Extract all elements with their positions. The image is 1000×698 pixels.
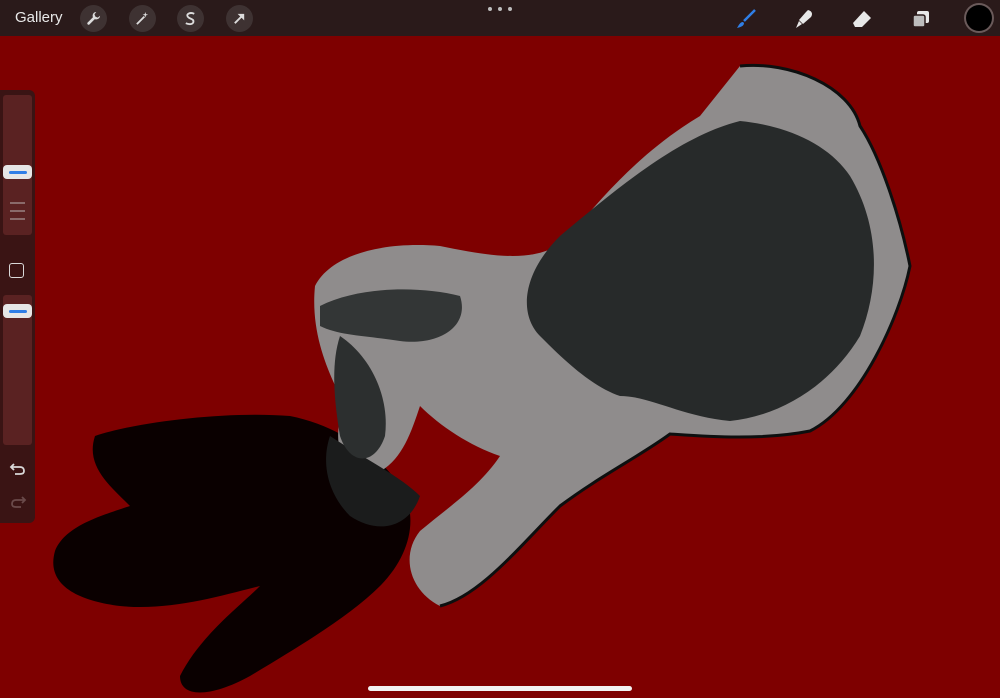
left-sidebar: [0, 90, 35, 523]
top-toolbar: Gallery: [0, 0, 1000, 36]
brush-tool-button[interactable]: [733, 6, 759, 32]
eraser-icon: [853, 11, 871, 27]
sidebar-grip[interactable]: [10, 202, 25, 226]
modify-button[interactable]: [9, 263, 24, 278]
color-picker-button[interactable]: [966, 5, 992, 31]
wrench-icon: [87, 11, 101, 25]
transform-button[interactable]: [226, 5, 253, 32]
home-indicator[interactable]: [368, 686, 632, 691]
eraser-tool-button[interactable]: [849, 6, 875, 32]
layers-button[interactable]: [908, 6, 934, 32]
magic-wand-icon: [136, 11, 149, 25]
selection-s-icon: [185, 12, 195, 26]
brush-icon: [737, 9, 756, 28]
layers-icon: [912, 11, 929, 28]
opacity-handle[interactable]: [3, 304, 32, 318]
selection-button[interactable]: [177, 5, 204, 32]
brush-size-handle[interactable]: [3, 165, 32, 179]
redo-icon[interactable]: [9, 493, 27, 511]
adjustments-button[interactable]: [129, 5, 156, 32]
transform-arrow-icon: [234, 13, 245, 24]
drawing-canvas[interactable]: [0, 36, 1000, 698]
smudge-tool-button[interactable]: [791, 6, 817, 32]
actions-button[interactable]: [80, 5, 107, 32]
smudge-icon: [796, 10, 812, 28]
gallery-button[interactable]: Gallery: [15, 9, 63, 26]
more-options-dots[interactable]: [488, 4, 512, 14]
undo-icon[interactable]: [9, 460, 27, 478]
